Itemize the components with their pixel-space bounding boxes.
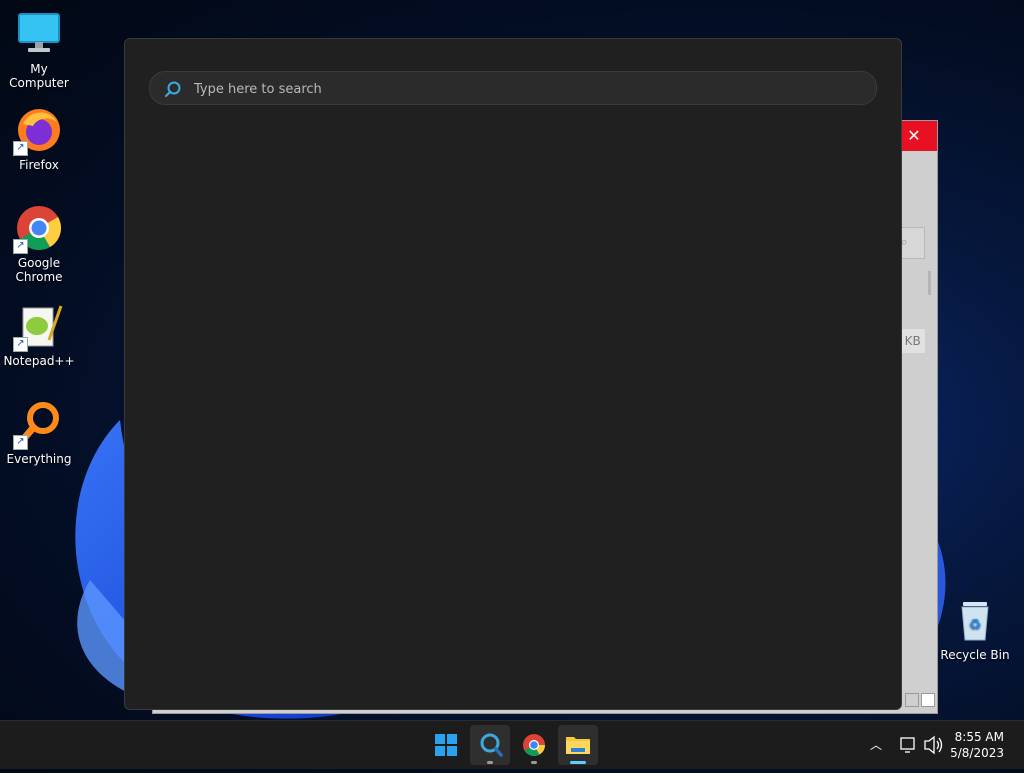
thumbnail-view-icon[interactable]	[921, 693, 935, 707]
desktop-icon-google-chrome[interactable]: ↗ Google Chrome	[1, 204, 77, 284]
desktop-icon-label: Recycle Bin	[940, 648, 1010, 662]
firefox-icon: ↗	[13, 106, 63, 156]
desktop-icon-my-computer[interactable]: My Computer	[1, 10, 77, 90]
shortcut-arrow-icon: ↗	[13, 239, 28, 254]
shortcut-arrow-icon: ↗	[13, 337, 28, 352]
taskbar-chrome[interactable]	[514, 725, 554, 765]
notepadpp-icon: ↗	[13, 302, 63, 352]
search-icon	[164, 81, 181, 98]
network-icon	[900, 737, 915, 753]
search-popup	[124, 38, 902, 710]
clock-date: 5/8/2023	[950, 746, 1004, 760]
desktop-icon-everything[interactable]: ↗ Everything	[1, 400, 77, 466]
chevron-up-icon: ︿	[870, 738, 883, 752]
everything-icon: ↗	[13, 400, 63, 450]
scrollbar[interactable]	[928, 271, 931, 295]
shortcut-arrow-icon: ↗	[13, 435, 28, 450]
recycle-bin-icon: ♻	[951, 596, 999, 644]
taskbar-everything[interactable]	[470, 725, 510, 765]
desktop-icon-label: Everything	[6, 452, 72, 466]
close-icon: ✕	[907, 126, 921, 145]
everything-icon	[480, 733, 503, 757]
system-clock[interactable]: 8:55 AM 5/8/2023	[934, 729, 1004, 761]
taskbar: ︿ 8:55 AM 5/8/2023	[0, 720, 1024, 769]
clock-time: 8:55 AM	[954, 730, 1004, 744]
start-button[interactable]	[426, 725, 466, 765]
desktop-icon-label: Firefox	[19, 158, 59, 172]
desktop-icon-notepadpp[interactable]: ↗ Notepad++	[1, 302, 77, 368]
search-box[interactable]	[149, 71, 877, 106]
details-view-icon[interactable]	[905, 693, 919, 707]
network-status[interactable]	[898, 721, 918, 769]
start-icon	[435, 734, 457, 756]
chrome-icon: ↗	[13, 204, 63, 254]
active-indicator	[570, 761, 586, 764]
shortcut-arrow-icon: ↗	[13, 141, 28, 156]
running-indicator	[531, 761, 537, 764]
desktop-icon-label: Notepad++	[3, 354, 75, 368]
desktop-icon-label: My Computer	[9, 62, 69, 90]
chrome-icon	[523, 734, 545, 756]
search-input[interactable]	[192, 72, 866, 106]
taskbar-file-explorer[interactable]	[558, 725, 598, 765]
file-explorer-icon	[566, 737, 590, 754]
running-indicator	[487, 761, 493, 764]
monitor-icon	[15, 10, 63, 58]
desktop-icon-firefox[interactable]: ↗ Firefox	[1, 106, 77, 172]
desktop-icon-label: Google Chrome	[15, 256, 63, 284]
svg-text:♻: ♻	[969, 617, 982, 633]
desktop-icon-recycle-bin[interactable]: ♻ Recycle Bin	[937, 596, 1013, 662]
